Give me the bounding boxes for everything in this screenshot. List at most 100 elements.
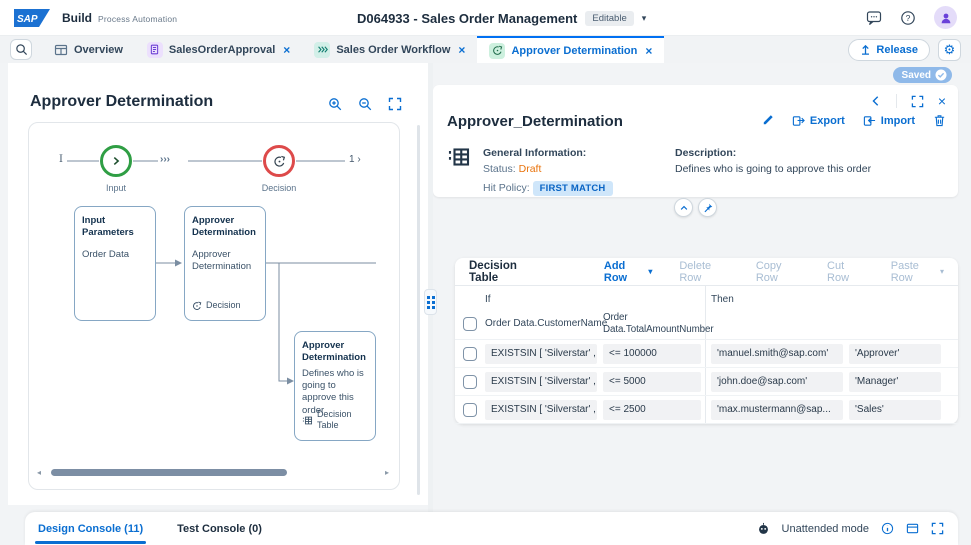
hit-policy-label: Hit Policy: xyxy=(483,181,530,194)
close-panel-icon[interactable]: × xyxy=(938,94,946,108)
row-checkbox[interactable] xyxy=(463,374,477,389)
box-footer-label: Decision xyxy=(206,300,241,311)
feedback-icon[interactable] xyxy=(866,10,882,26)
paste-row-button[interactable]: Paste Row ▾ xyxy=(891,260,944,284)
project-title: D064933 - Sales Order Management xyxy=(357,10,578,26)
test-console-label: Test Console (0) xyxy=(177,522,262,535)
tab-test-console[interactable]: Test Console (0) xyxy=(164,512,275,545)
condition-cell[interactable]: <= 5000 xyxy=(603,372,701,392)
panel-splitter[interactable] xyxy=(424,63,437,512)
tab-design-console[interactable]: Design Console (11) xyxy=(25,512,156,545)
decision-name: Approver_Determination xyxy=(447,113,623,130)
vertical-scrollbar[interactable] xyxy=(417,125,420,495)
flow-decision-node[interactable] xyxy=(263,145,295,177)
saved-label: Saved xyxy=(901,69,931,81)
robot-icon xyxy=(757,522,770,535)
chevron-down-icon[interactable]: ▾ xyxy=(642,13,647,24)
editor-tab-strip: Overview SalesOrderApproval × Sales Orde… xyxy=(0,36,971,63)
import-label: Import xyxy=(880,114,915,127)
export-button[interactable]: Export xyxy=(792,114,845,127)
result-cell[interactable]: 'Manager' xyxy=(849,372,941,392)
import-button[interactable]: Import xyxy=(863,114,915,127)
tab-label: SalesOrderApproval xyxy=(168,43,276,56)
row-checkbox[interactable] xyxy=(463,402,477,417)
general-info-label: General Information: xyxy=(483,147,587,159)
pin-header-button[interactable] xyxy=(698,198,717,217)
flow-canvas[interactable]: I ››› 1 › Input Decision Input Parameter… xyxy=(28,122,400,490)
result-cell[interactable]: 'max.mustermann@sap... xyxy=(711,400,843,420)
decision-table-title: Decision Table xyxy=(469,259,517,284)
decision-icon xyxy=(193,301,202,311)
zoom-out-icon[interactable] xyxy=(358,97,372,111)
input-parameters-box[interactable]: Input Parameters Order Data xyxy=(74,206,156,321)
splitter-grip-icon[interactable] xyxy=(424,289,437,315)
paste-row-label: Paste Row xyxy=(890,259,919,284)
approver-determination-box[interactable]: Approver Determination Approver Determin… xyxy=(184,206,266,321)
info-icon[interactable] xyxy=(881,522,894,535)
result-cell[interactable]: 'john.doe@sap.com' xyxy=(711,372,843,392)
box-footer-label: Decision Table xyxy=(316,408,352,431)
product-name: Build xyxy=(62,10,92,25)
edit-icon[interactable] xyxy=(761,114,774,127)
result-cell[interactable]: 'Sales' xyxy=(849,400,941,420)
result-cell[interactable]: 'manuel.smith@sap.com' xyxy=(711,344,843,364)
table-row[interactable]: EXISTSIN [ 'Silverstar' , '... <= 100000… xyxy=(455,340,958,368)
product-brand: Build Process Automation xyxy=(62,11,177,25)
unattended-mode-label[interactable]: Unattended mode xyxy=(782,523,869,535)
horizontal-scrollbar[interactable]: ◂ ▸ xyxy=(37,468,393,477)
table-row[interactable]: EXISTSIN [ 'Silverstar' , '... <= 5000 '… xyxy=(455,368,958,396)
row-checkbox[interactable] xyxy=(463,346,477,361)
avatar[interactable] xyxy=(934,6,957,29)
condition-cell[interactable]: <= 2500 xyxy=(603,400,701,420)
close-icon[interactable]: × xyxy=(283,44,290,56)
split-panel-icon[interactable] xyxy=(906,522,919,535)
tab-label: Sales Order Workflow xyxy=(336,43,451,56)
fit-to-screen-icon[interactable] xyxy=(388,97,402,111)
input-node-label: Input xyxy=(105,183,127,193)
flow-start-marker: I xyxy=(59,154,63,165)
search-icon[interactable] xyxy=(10,39,32,60)
close-icon[interactable]: × xyxy=(645,45,652,57)
condition-cell[interactable]: EXISTSIN [ 'Silverstar' , '... xyxy=(485,400,597,420)
fullscreen-icon[interactable] xyxy=(931,522,944,535)
scroll-right-icon[interactable]: ▸ xyxy=(385,468,393,477)
scrollbar-thumb[interactable] xyxy=(51,469,287,476)
box-title: Approver Determination xyxy=(302,340,366,363)
help-icon[interactable]: ? xyxy=(900,10,916,26)
top-header: SAP Build Process Automation D064933 - S… xyxy=(0,0,971,36)
tab-approver-determination[interactable]: Approver Determination × xyxy=(477,36,665,63)
expand-panel-icon[interactable] xyxy=(911,95,924,108)
delete-icon[interactable] xyxy=(933,114,946,127)
upload-icon xyxy=(862,44,870,55)
zoom-in-icon[interactable] xyxy=(328,97,342,111)
delete-row-button[interactable]: Delete Row xyxy=(679,260,728,284)
close-icon[interactable]: × xyxy=(458,44,465,56)
copy-row-button[interactable]: Copy Row xyxy=(756,260,800,284)
description-value: Defines who is going to approve this ord… xyxy=(675,163,872,176)
condition-cell[interactable]: EXISTSIN [ 'Silverstar' , '... xyxy=(485,344,597,364)
export-label: Export xyxy=(809,114,845,127)
collapse-header-button[interactable] xyxy=(674,198,693,217)
table-row[interactable]: EXISTSIN [ 'Silverstar' , '... <= 2500 '… xyxy=(455,396,958,424)
decision-info-box[interactable]: Approver Determination Defines who is go… xyxy=(294,331,376,441)
condition-cell[interactable]: <= 100000 xyxy=(603,344,701,364)
cut-row-button[interactable]: Cut Row xyxy=(827,260,864,284)
tab-sales-order-workflow[interactable]: Sales Order Workflow × xyxy=(302,36,477,63)
release-button[interactable]: Release xyxy=(848,38,930,61)
result-cell[interactable]: 'Approver' xyxy=(849,344,941,364)
tab-overview[interactable]: Overview xyxy=(42,36,135,63)
flow-input-node[interactable] xyxy=(100,145,132,177)
select-all-checkbox[interactable] xyxy=(463,316,477,331)
gear-icon[interactable]: ⚙ xyxy=(938,38,961,61)
condition-cell[interactable]: EXISTSIN [ 'Silverstar' , '... xyxy=(485,372,597,392)
decision-table-card: Decision Table Add Row ▾ Delete Row Copy… xyxy=(455,258,958,424)
flow-end-marker: 1 › xyxy=(349,154,361,165)
chevron-up-icon xyxy=(680,205,687,210)
navigate-back-icon[interactable] xyxy=(870,95,882,107)
status-value: Draft xyxy=(518,163,542,176)
chevron-right-icon xyxy=(113,156,120,166)
scroll-left-icon[interactable]: ◂ xyxy=(37,468,45,477)
add-row-button[interactable]: Add Row ▾ xyxy=(604,260,652,284)
column-header: Order Data.CustomerName xyxy=(485,318,608,329)
tab-sales-order-approval[interactable]: SalesOrderApproval × xyxy=(135,36,302,63)
